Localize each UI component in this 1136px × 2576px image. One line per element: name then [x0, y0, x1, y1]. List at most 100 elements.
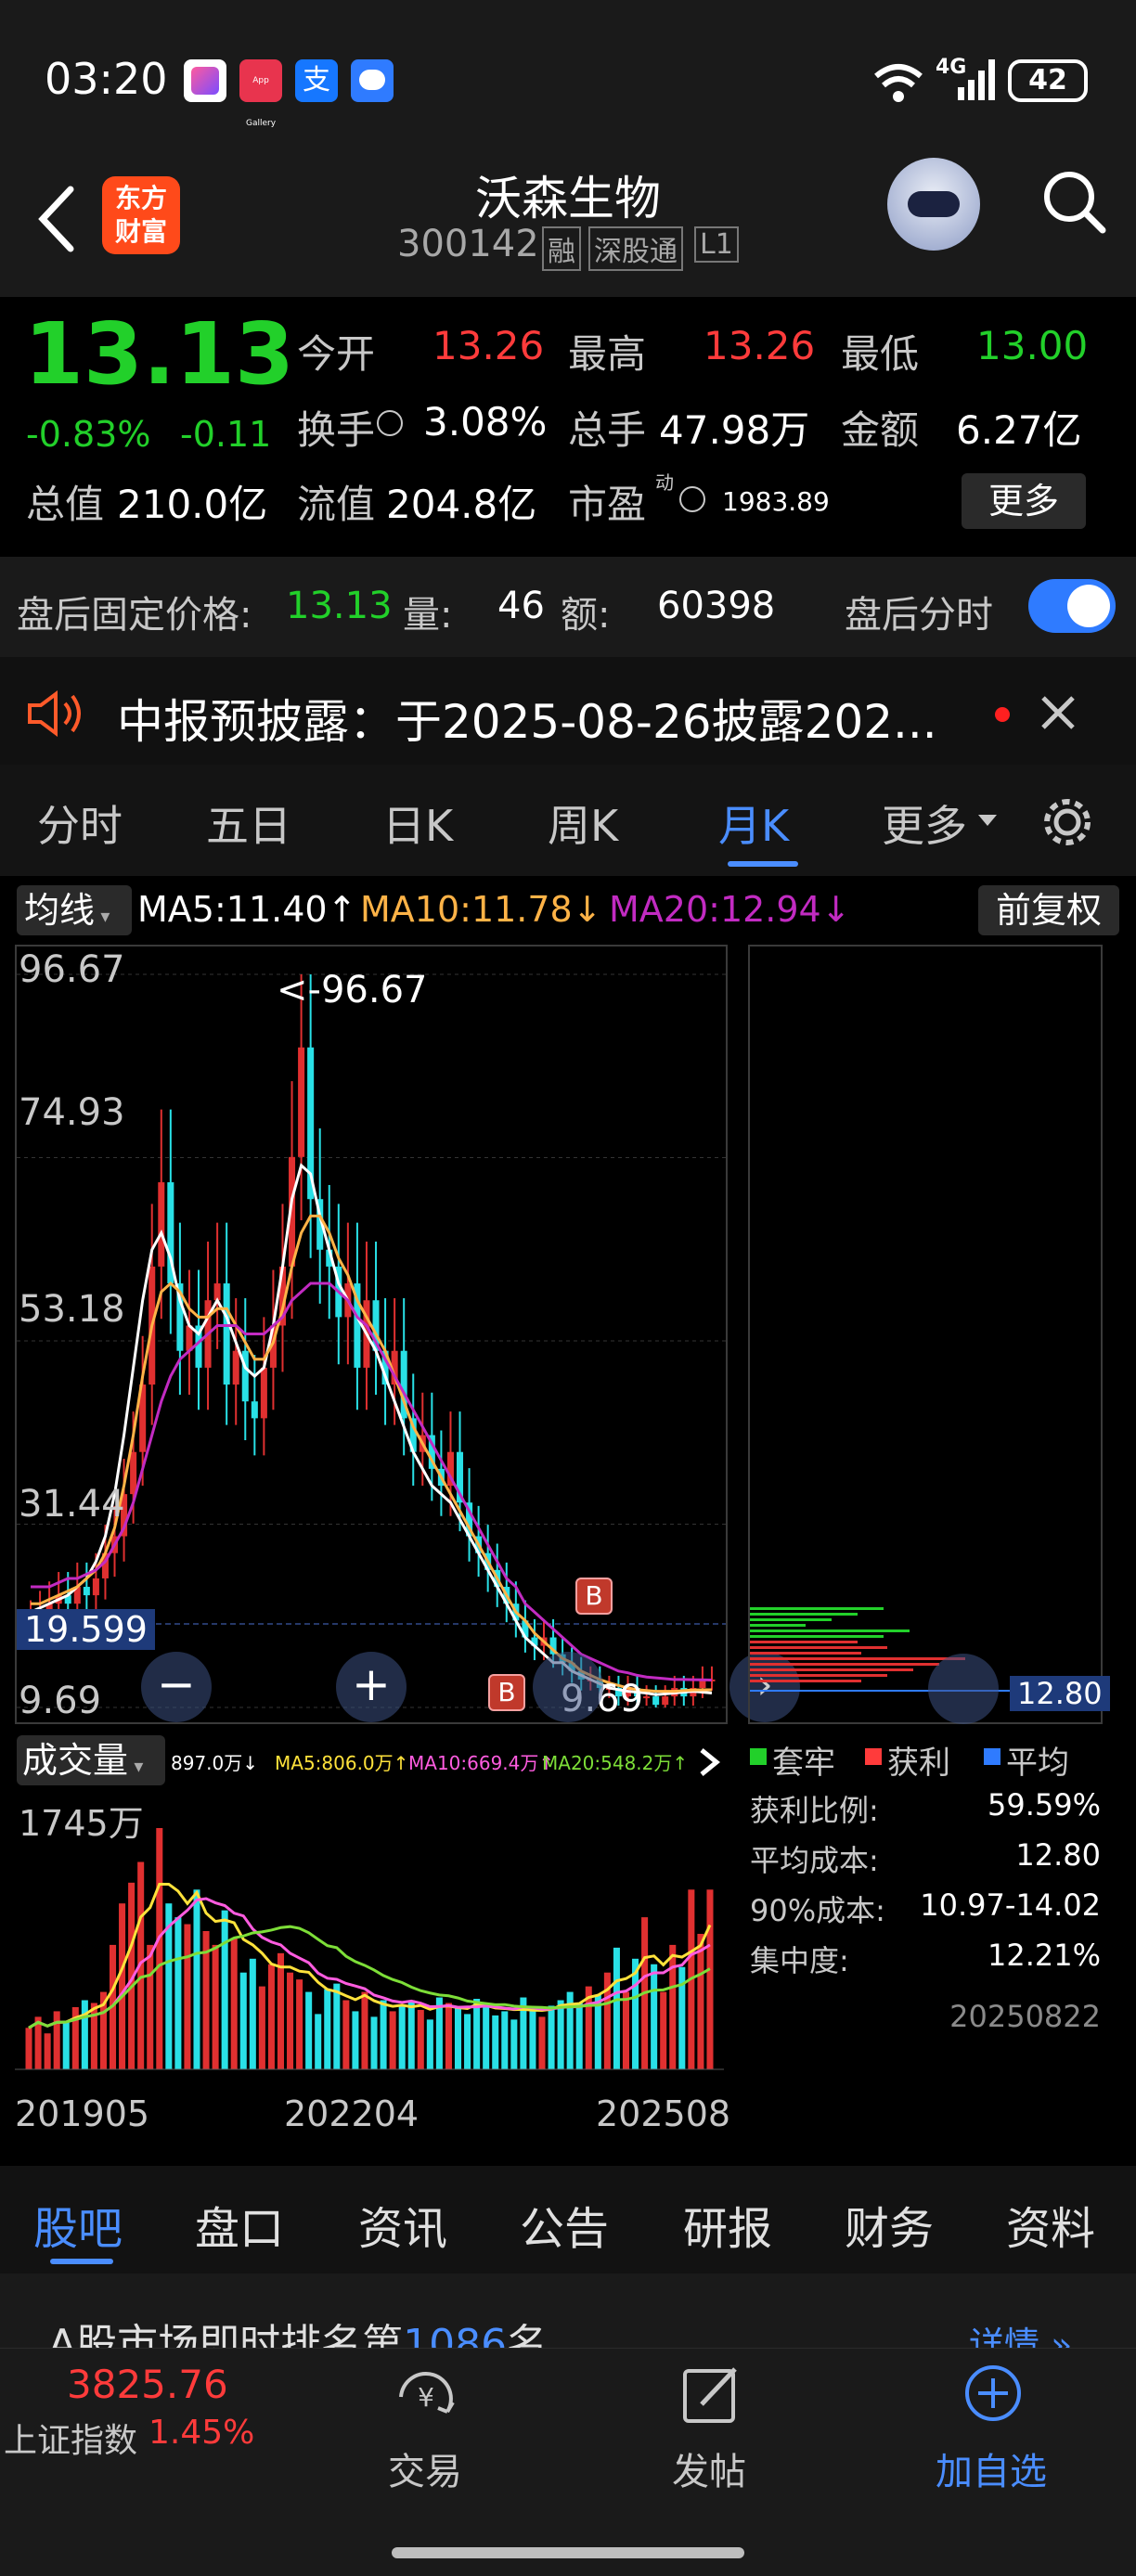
buy-marker-2[interactable]: B — [488, 1674, 525, 1711]
tab-five-day[interactable]: 五日 — [206, 792, 291, 854]
trade-label[interactable]: 交易 — [388, 2441, 462, 2495]
volume-bar — [352, 2011, 359, 2069]
volume-bar — [277, 1952, 285, 2069]
volume-bar — [249, 1958, 256, 2069]
tab-profile[interactable]: 资料 — [1006, 2192, 1095, 2257]
after-hours-label: 盘后固定价格: — [17, 594, 252, 637]
pe-info-icon[interactable] — [679, 486, 705, 512]
amount-label: 金额 — [841, 407, 920, 453]
wifi-icon — [874, 64, 923, 102]
volume-max-label: 1745万 — [19, 1803, 144, 1844]
close-icon[interactable] — [1039, 694, 1077, 731]
after-hours-timeshare-label: 盘后分时 — [845, 594, 993, 637]
search-icon[interactable] — [1039, 167, 1110, 238]
float-label: 流值 — [297, 482, 376, 527]
vol-ma10-value: MA10:669.4万 — [408, 1752, 539, 1774]
amount-value: 6.27亿 — [956, 407, 1082, 453]
ma-bar: 均线 ▾ MA5:11.40↑ MA10:11.78↓ MA20:12.94↓ … — [0, 876, 1136, 945]
volume-bar — [342, 2000, 350, 2069]
price-tick-3: 53.18 — [19, 1288, 125, 1331]
tab-news[interactable]: 资讯 — [358, 2192, 447, 2257]
volume-bar — [613, 1947, 620, 2069]
bottom-toolbar: 3825.76 上证指数 1.45% ¥ 交易 发帖 加自选 — [0, 2348, 1136, 2576]
open-label: 今开 — [297, 331, 376, 377]
volume-select-button[interactable]: 成交量 ▾ — [17, 1735, 165, 1785]
x-label-mid: 202204 — [284, 2093, 420, 2134]
reset-button[interactable] — [533, 1652, 603, 1722]
tab-daily-k[interactable]: 日K — [382, 792, 453, 854]
volume-bar — [212, 1944, 219, 2069]
float-value: 204.8亿 — [386, 482, 537, 527]
low-value: 13.00 — [976, 323, 1089, 368]
quote-panel: 13.13 -0.83% -0.11 今开 13.26 最高 13.26 最低 … — [0, 297, 1136, 557]
post-icon[interactable] — [681, 2363, 741, 2427]
change-amount: -0.11 — [180, 414, 272, 455]
chip-bar — [750, 1607, 884, 1610]
chip-bar — [750, 1663, 939, 1666]
candle-body — [251, 1401, 258, 1419]
ma-select-button[interactable]: 均线 ▾ — [17, 885, 132, 935]
volume-bar — [501, 2011, 509, 2069]
volume-bar — [53, 2011, 60, 2069]
chevron-down-icon — [978, 815, 997, 826]
notice-bar[interactable]: 中报预披露：于2025-08-26披露202... — [0, 657, 1136, 765]
collapse-button[interactable] — [928, 1654, 999, 1724]
volume-select-label: 成交量 — [22, 1740, 129, 1781]
vol-ma20: MA20:548.2万↑ — [542, 1752, 689, 1774]
open-value: 13.26 — [432, 323, 545, 368]
adjust-button[interactable]: 前复权 — [978, 885, 1119, 935]
tab-more[interactable]: 更多 — [882, 792, 967, 854]
message-icon — [351, 59, 394, 102]
volume-bar — [184, 1924, 191, 2069]
info-icon[interactable] — [377, 410, 403, 436]
add-watchlist-label[interactable]: 加自选 — [936, 2441, 1047, 2495]
chip-bar — [750, 1635, 884, 1638]
volume-bar — [464, 2014, 471, 2069]
assistant-robot-icon[interactable] — [887, 158, 980, 251]
tab-timeshare[interactable]: 分时 — [37, 792, 123, 854]
after-qty: 46 — [497, 585, 545, 627]
tab-monthly-k[interactable]: 月K — [718, 792, 789, 854]
more-button[interactable]: 更多 — [962, 473, 1086, 529]
buy-marker[interactable]: B — [575, 1578, 613, 1615]
zoom-out-button[interactable]: − — [141, 1652, 212, 1722]
volume-bar — [557, 2000, 564, 2069]
volume-bar — [445, 2003, 452, 2069]
tab-forum[interactable]: 股吧 — [33, 2192, 123, 2257]
volume-bar — [483, 2003, 490, 2069]
tab-financials[interactable]: 财务 — [845, 2192, 934, 2257]
chip-bar — [750, 1613, 858, 1616]
after-hours-toggle[interactable] — [1028, 579, 1116, 633]
ma5-value: MA5:11.40 — [137, 889, 328, 930]
candle-body — [652, 1696, 660, 1706]
tab-research[interactable]: 研报 — [683, 2192, 772, 2257]
post-label[interactable]: 发帖 — [672, 2441, 746, 2495]
volume-bar — [221, 1910, 228, 2069]
tab-announcements[interactable]: 公告 — [520, 2192, 609, 2257]
add-watchlist-icon[interactable] — [962, 2362, 1025, 2425]
average-legend-swatch — [984, 1748, 1000, 1765]
pe-label: 市盈 — [568, 482, 647, 527]
price-tick-5: 9.69 — [19, 1680, 102, 1722]
volume-bar — [407, 2000, 415, 2069]
stat-label-profit-ratio: 获利比例: — [750, 1793, 879, 1828]
volume-bar — [529, 2006, 536, 2069]
volume-bar — [651, 1964, 658, 2069]
tab-orderbook[interactable]: 盘口 — [195, 2192, 284, 2257]
profit-legend-swatch — [865, 1748, 882, 1765]
volume-bar — [90, 2003, 97, 2069]
zoom-in-button[interactable]: + — [336, 1652, 407, 1722]
index-name: 上证指数 — [4, 2422, 138, 2460]
chip-bar — [750, 1680, 861, 1682]
chevron-right-icon[interactable] — [696, 1746, 722, 1778]
trade-icon[interactable]: ¥ — [392, 2365, 460, 2428]
gear-icon[interactable] — [1039, 794, 1095, 850]
avg-cost-tag: 12.80 — [1010, 1676, 1110, 1711]
volume-bar — [426, 2019, 433, 2069]
kline-chart[interactable] — [15, 945, 728, 1724]
volume-bar — [193, 1889, 200, 2069]
rank-strip[interactable]: A股市场即时排名第1086名 详情 » — [0, 2273, 1136, 2368]
alipay-icon: 支 — [295, 59, 338, 102]
volume-bar — [575, 2003, 583, 2069]
tab-weekly-k[interactable]: 周K — [548, 792, 618, 854]
